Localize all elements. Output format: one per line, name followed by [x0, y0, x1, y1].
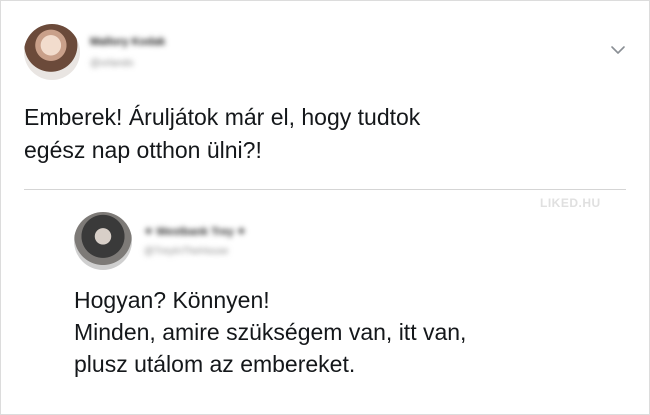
reply-author-name[interactable]: ✦ Westbank Trey ✦: [144, 225, 246, 238]
reply-text-line: Minden, amire szükségem van, itt van,: [74, 319, 467, 345]
watermark: LIKED.HU: [540, 196, 601, 210]
reply-text-line: plusz utálom az embereket.: [74, 351, 356, 377]
reply-text: Hogyan? Könnyen! Minden, amire szükségem…: [74, 284, 634, 380]
tweet-text: Emberek! Áruljátok már el, hogy tudtok e…: [24, 101, 624, 167]
tweet-author-name[interactable]: Mallory Kodak: [90, 36, 165, 48]
tweet-text-line: egész nap otthon ülni?!: [24, 137, 262, 163]
tweet-author-avatar[interactable]: [24, 24, 80, 80]
reply-text-line: Hogyan? Könnyen!: [74, 287, 270, 313]
tweet-author-handle[interactable]: @orlando: [90, 58, 134, 69]
reply-author-avatar[interactable]: [74, 212, 132, 270]
chevron-down-icon[interactable]: [608, 40, 628, 60]
tweet-text-line: Emberek! Áruljátok már el, hogy tudtok: [24, 104, 421, 130]
reply-author-handle[interactable]: @TreyInTheHouse: [144, 246, 228, 257]
divider: [24, 189, 626, 190]
